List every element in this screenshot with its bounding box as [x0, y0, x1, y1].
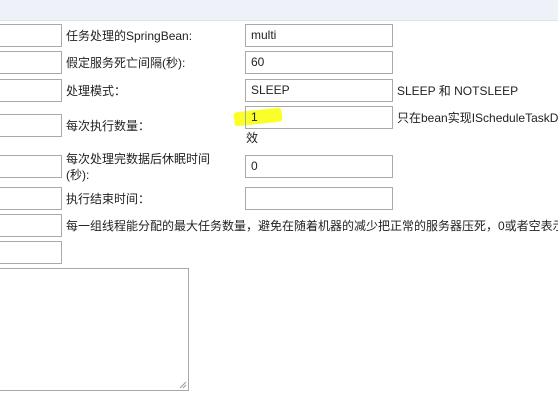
left-column-input-8[interactable] [0, 241, 62, 264]
dead-interval-label: 假定服务死亡间隔(秒): [66, 56, 186, 70]
left-column-input-4[interactable] [0, 114, 62, 137]
max-task-hint: 每一组线程能分配的最大任务数量，避免在随着机器的减少把正常的服务器压死，0或者空… [66, 219, 558, 233]
process-mode-input[interactable]: SLEEP [245, 79, 393, 102]
process-mode-hint: SLEEP 和 NOTSLEEP [397, 84, 519, 98]
left-column-input-3[interactable] [0, 79, 62, 102]
bean-input[interactable]: multi [245, 24, 393, 47]
sleep-after-input[interactable]: 0 [245, 155, 393, 178]
end-time-input[interactable] [245, 187, 393, 210]
batch-count-hint: 只在bean实现IScheduleTaskD [397, 111, 558, 125]
left-column-input-7[interactable] [0, 214, 62, 237]
left-column-input-2[interactable] [0, 51, 62, 74]
sleep-after-label-line2: (秒): [66, 168, 90, 182]
resize-grip-icon[interactable] [178, 380, 187, 389]
batch-count-hint-wrap: 效 [246, 131, 259, 145]
top-strip [0, 0, 558, 21]
end-time-label: 执行结束时间： [66, 192, 151, 206]
task-config-form: 任务处理的SpringBean: multi 假定服务死亡间隔(秒): 60 处… [0, 0, 558, 417]
batch-count-label: 每次执行数量： [66, 119, 151, 133]
left-column-input-5[interactable] [0, 155, 62, 178]
dead-interval-input[interactable]: 60 [245, 51, 393, 74]
left-column-input-6[interactable] [0, 187, 62, 210]
left-column-input-1[interactable] [0, 24, 62, 47]
description-textarea[interactable] [0, 268, 189, 391]
batch-count-input[interactable]: 1 [245, 106, 393, 129]
process-mode-label: 处理模式： [66, 84, 127, 98]
bean-label: 任务处理的SpringBean: [66, 29, 193, 43]
sleep-after-label-line1: 每次处理完数据后休眠时间 [66, 152, 211, 166]
